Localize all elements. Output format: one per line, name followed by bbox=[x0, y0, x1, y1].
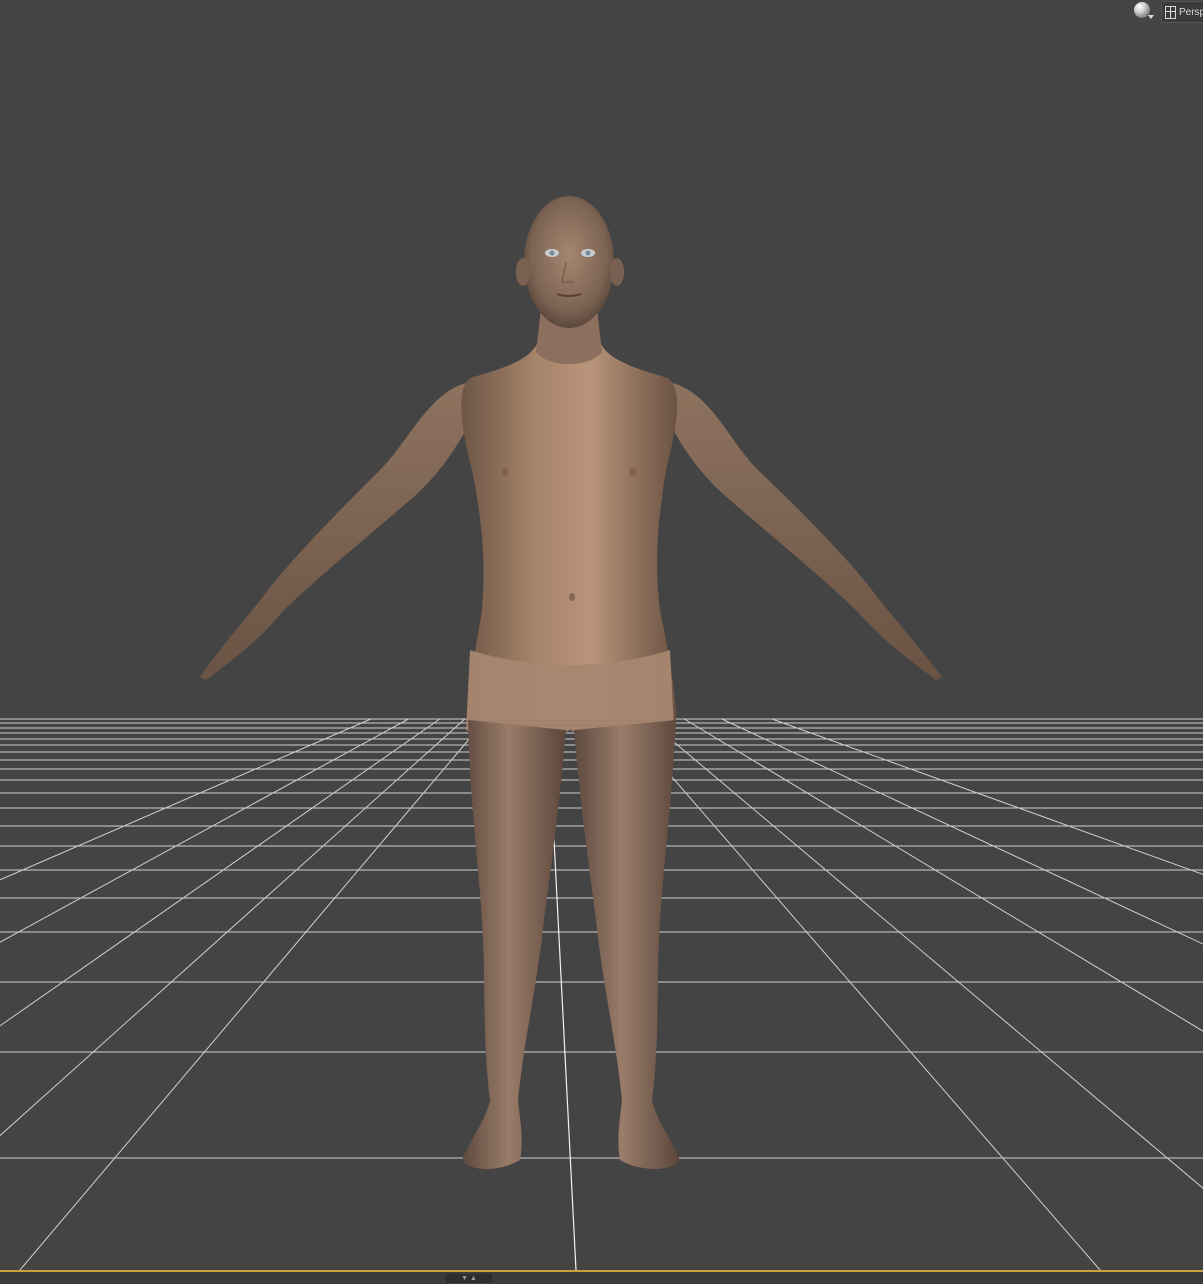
timeline-bar: ▼ ▲ bbox=[0, 1270, 1203, 1284]
expand-up-icon: ▲ bbox=[470, 1275, 477, 1282]
human-figure-model[interactable] bbox=[0, 0, 1203, 1270]
right-arm bbox=[664, 382, 942, 680]
head bbox=[524, 196, 614, 328]
left-ear bbox=[516, 258, 530, 286]
viewport-camera-icon bbox=[1165, 5, 1176, 19]
right-ear bbox=[610, 258, 624, 286]
left-leg bbox=[462, 720, 566, 1169]
camera-view-label: Perspective View bbox=[1179, 6, 1203, 18]
viewport-toolbar: Perspective View bbox=[1131, 0, 1203, 24]
render-mode-button[interactable] bbox=[1131, 1, 1155, 23]
camera-view-selector[interactable]: Perspective View bbox=[1161, 1, 1203, 23]
right-leg bbox=[574, 720, 680, 1169]
panel-collapse-handle[interactable]: ▼ ▲ bbox=[446, 1274, 492, 1283]
left-arm bbox=[200, 382, 476, 680]
3d-viewport[interactable]: Perspective View bbox=[0, 0, 1203, 1270]
dropdown-caret-icon bbox=[1148, 15, 1154, 19]
collapse-down-icon: ▼ bbox=[461, 1275, 468, 1282]
